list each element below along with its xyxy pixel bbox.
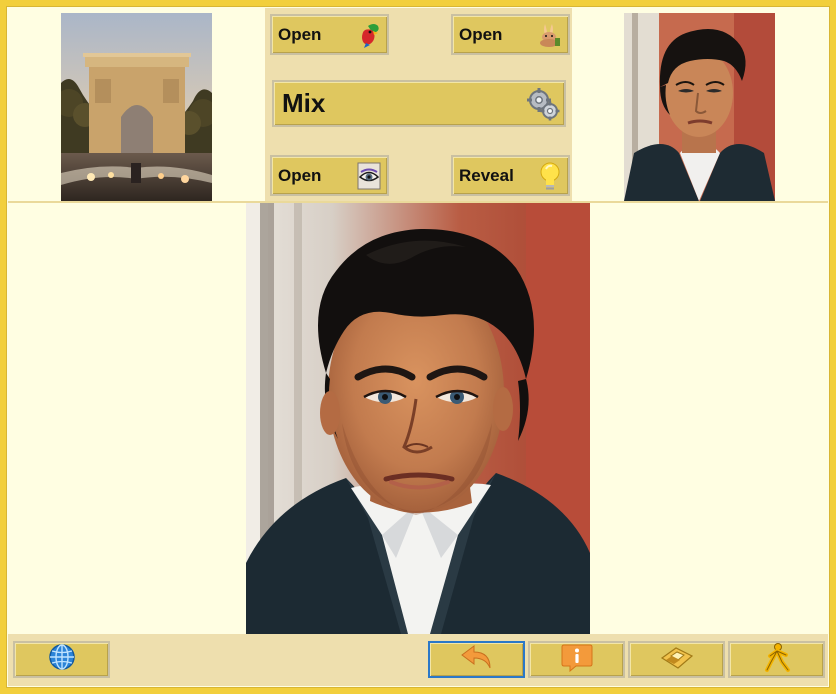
back-arrow-icon xyxy=(460,642,494,677)
arc-de-triomphe-image xyxy=(61,13,212,201)
floppy-disk-icon xyxy=(660,644,694,675)
main-portrait-photo xyxy=(246,203,590,634)
back-button[interactable] xyxy=(428,641,525,678)
parrot-icon xyxy=(355,21,383,49)
portrait-image xyxy=(246,203,590,634)
open-eye-button[interactable]: Open xyxy=(270,155,389,196)
portrait-thumbnail[interactable] xyxy=(624,13,775,201)
reveal-button-label: Reveal xyxy=(459,165,514,185)
rabbit-icon xyxy=(536,21,564,49)
mix-button-label: Mix xyxy=(282,88,326,118)
info-button[interactable] xyxy=(528,641,625,678)
mix-button[interactable]: Mix xyxy=(272,80,566,127)
open-eye-button-label: Open xyxy=(278,165,322,185)
user-button[interactable] xyxy=(728,641,825,678)
arc-de-triomphe-thumbnail[interactable] xyxy=(61,13,212,201)
running-person-icon xyxy=(762,642,792,677)
info-icon xyxy=(560,642,594,677)
save-button[interactable] xyxy=(628,641,725,678)
open-parrot-button-label: Open xyxy=(278,24,322,44)
globe-icon xyxy=(48,643,76,676)
gears-icon xyxy=(526,87,560,121)
open-rabbit-button-label: Open xyxy=(459,24,503,44)
eye-icon xyxy=(355,162,383,190)
open-rabbit-button[interactable]: Open xyxy=(451,14,570,55)
portrait-thumbnail-image xyxy=(624,13,775,201)
open-parrot-button[interactable]: Open xyxy=(270,14,389,55)
globe-button[interactable] xyxy=(13,641,110,678)
reveal-button[interactable]: Reveal xyxy=(451,155,570,196)
lightbulb-icon xyxy=(536,162,564,190)
